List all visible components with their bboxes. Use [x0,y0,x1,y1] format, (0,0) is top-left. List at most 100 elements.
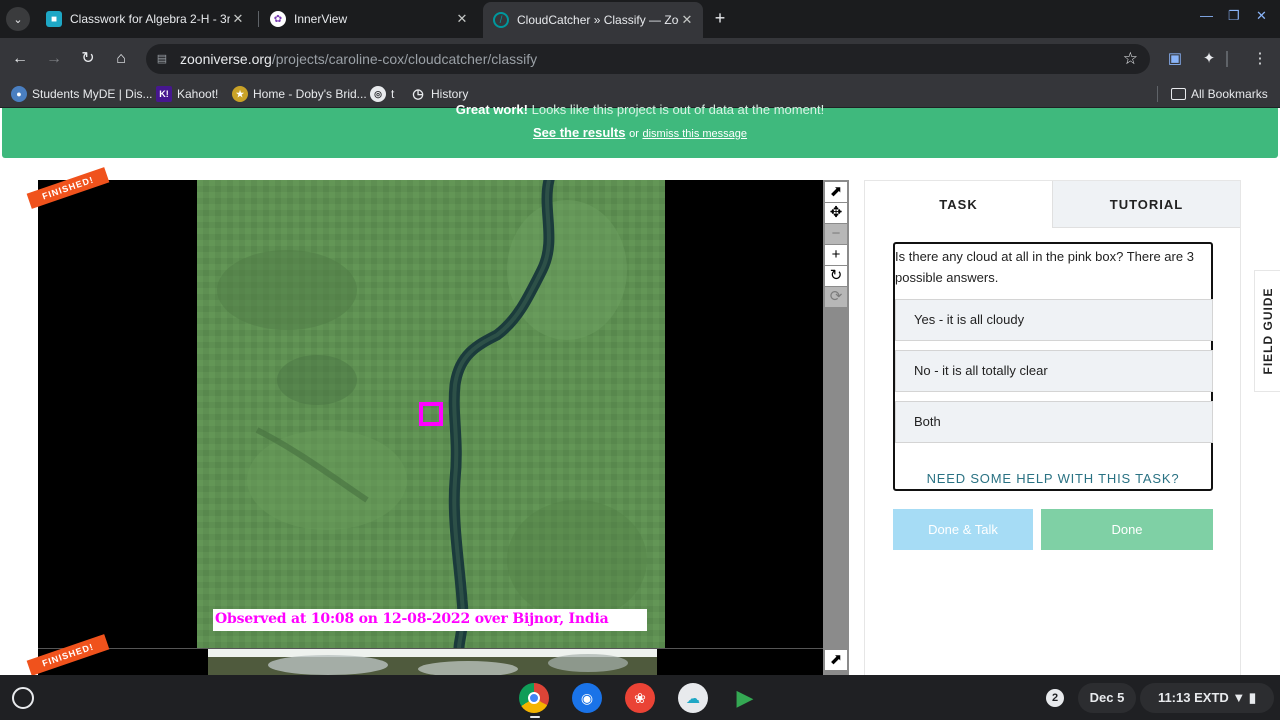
tab-strip: ⌄ ■ Classwork for Algebra 2-H - 3rd ✕ ✿ … [0,0,1280,38]
tab-divider [258,11,259,27]
bookmark-history[interactable]: ◷ History [410,85,468,103]
tab-cloudcatcher[interactable]: / CloudCatcher » Classify — Zooniverse ✕ [483,2,703,38]
next-satellite-image [208,649,657,678]
rotate-icon[interactable]: ↻ [825,266,847,286]
out-of-data-banner: Great work! Looks like this project is o… [2,102,1278,158]
date-display[interactable]: Dec 5 [1078,683,1136,713]
cloud-app-icon[interactable]: ☁ [678,683,708,713]
forward-arrow-icon[interactable]: → [43,48,65,70]
question-box: Is there any cloud at all in the pink bo… [893,242,1213,491]
bookmark-label: Kahoot! [177,87,219,101]
bookmark-students-myde[interactable]: ● Students MyDE | Dis... [11,85,153,103]
reload-icon[interactable]: ↻ [77,48,99,70]
globe-icon: ● [11,86,27,102]
answer-both[interactable]: Both [895,401,1213,443]
tab-search-button[interactable]: ⌄ [6,7,30,31]
tab-classwork[interactable]: ■ Classwork for Algebra 2-H - 3rd ✕ [36,4,254,34]
translate-extension-icon[interactable]: ▣ [1164,48,1186,70]
history-clock-icon: ◷ [412,86,424,101]
site-info-icon[interactable]: ▤ [154,51,170,67]
observation-caption: Observed at 10:08 on 12-08-2022 over Bij… [215,611,609,627]
all-bookmarks-button[interactable]: All Bookmarks [1171,85,1268,103]
chrome-icon[interactable] [519,683,549,713]
done-button[interactable]: Done [1041,509,1213,550]
bookmark-dobys-bridge[interactable]: ★ Home - Doby's Brid... [232,85,367,103]
toolbar-divider [1226,51,1228,67]
back-arrow-icon[interactable]: ← [9,48,31,70]
zooniverse-icon: / [493,12,509,28]
image-toolbar-next: ⬈ [823,648,849,678]
next-subject-frame [38,648,823,678]
home-icon[interactable]: ⌂ [110,48,132,70]
bookmark-star-icon[interactable]: ☆ [1123,49,1138,69]
banner-message: Great work! Looks like this project is o… [455,102,825,117]
field-guide-tab[interactable]: FIELD GUIDE [1254,270,1280,392]
clock-time: 11:13 [1157,690,1191,705]
observation-caption-box: Observed at 10:08 on 12-08-2022 over Bij… [213,609,647,631]
banner-or-text: or [629,128,639,140]
image-toolbar: ⬈ ✥ − + ↻ ⟳ [823,180,849,648]
bookmark-kahoot[interactable]: K! Kahoot! [156,85,218,103]
answer-no-clear[interactable]: No - it is all totally clear [895,350,1213,392]
pointer-tool-icon[interactable]: ⬈ [825,650,847,670]
reset-view-icon[interactable]: ⟳ [825,287,847,307]
task-tabs: TASK TUTORIAL [865,181,1240,228]
done-and-talk-button[interactable]: Done & Talk [893,509,1033,550]
pan-move-icon[interactable]: ✥ [825,203,847,223]
globe-icon: ◎ [370,86,386,102]
active-app-indicator [530,716,540,718]
school-crest-icon: ★ [232,86,248,102]
notification-count-badge[interactable]: 2 [1046,689,1064,707]
display-mode: EXTD [1194,690,1229,705]
close-tab-icon[interactable]: ✕ [679,12,695,28]
zoom-out-icon[interactable]: − [825,224,847,244]
satellite-image[interactable] [197,180,665,648]
tab-tutorial[interactable]: TUTORIAL [1052,181,1240,228]
url-text: zooniverse.org/projects/caroline-cox/clo… [180,51,538,67]
google-classroom-icon: ■ [46,11,62,27]
browser-toolbar: ← → ↻ ⌂ ▤ zooniverse.org/projects/caroli… [0,38,1280,80]
bookmark-label: History [431,87,469,101]
launcher-icon[interactable] [12,687,34,709]
battery-icon: ▮ [1248,690,1257,705]
paint-palette-icon[interactable]: ❀ [625,683,655,713]
all-bookmarks-label: All Bookmarks [1191,87,1268,101]
tab-title: InnerView [294,12,348,26]
play-store-icon[interactable]: ▶ [730,683,760,713]
pointer-tool-icon[interactable]: ⬈ [825,182,847,202]
bookmark-label: t [391,87,395,101]
new-tab-button[interactable]: + [710,8,730,28]
answer-yes-cloudy[interactable]: Yes - it is all cloudy [895,299,1213,341]
extensions-puzzle-icon[interactable]: ✦ [1198,48,1220,70]
task-question: Is there any cloud at all in the pink bo… [895,249,1194,285]
innerview-icon: ✿ [270,11,286,27]
wifi-icon: ▼ [1232,690,1246,705]
bookmark-t[interactable]: ◎ t [370,85,394,103]
restore-icon[interactable]: ❐ [1228,8,1240,24]
bookmark-label: Home - Doby's Brid... [253,87,367,101]
banner-actions: See the results or dismiss this message [2,125,1278,140]
os-shelf: ◉ ❀ ☁ ▶ 2 Dec 5 11:13 EXTD ▼ ▮ [0,675,1280,720]
see-results-link[interactable]: See the results [533,125,626,140]
folder-icon [1171,88,1186,100]
tab-title: CloudCatcher » Classify — Zooniverse [517,13,679,27]
tab-task[interactable]: TASK [865,181,1052,228]
status-tray[interactable]: 11:13 EXTD ▼ ▮ [1140,683,1274,713]
task-panel: TASK TUTORIAL Is there any cloud at all … [864,180,1241,680]
tab-innerview[interactable]: ✿ InnerView ✕ [260,4,478,34]
browser-menu-icon[interactable]: ⋮ [1249,48,1271,70]
dismiss-message-link[interactable]: dismiss this message [642,128,747,140]
close-tab-icon[interactable]: ✕ [230,11,246,27]
task-help-link[interactable]: NEED SOME HELP WITH THIS TASK? [895,471,1211,486]
kahoot-icon: K! [156,86,172,102]
zoom-in-icon[interactable]: + [825,245,847,265]
close-tab-icon[interactable]: ✕ [454,11,470,27]
subject-image-frame: Observed at 10:08 on 12-08-2022 over Bij… [38,180,823,648]
tab-title: Classwork for Algebra 2-H - 3rd [70,12,230,26]
bookmark-label: Students MyDE | Dis... [32,87,153,101]
address-bar[interactable]: ▤ zooniverse.org/projects/caroline-cox/c… [146,44,1150,74]
field-guide-label: FIELD GUIDE [1260,287,1275,375]
camera-icon[interactable]: ◉ [572,683,602,713]
minimize-icon[interactable]: — [1200,8,1213,23]
close-window-icon[interactable]: ✕ [1256,8,1267,24]
